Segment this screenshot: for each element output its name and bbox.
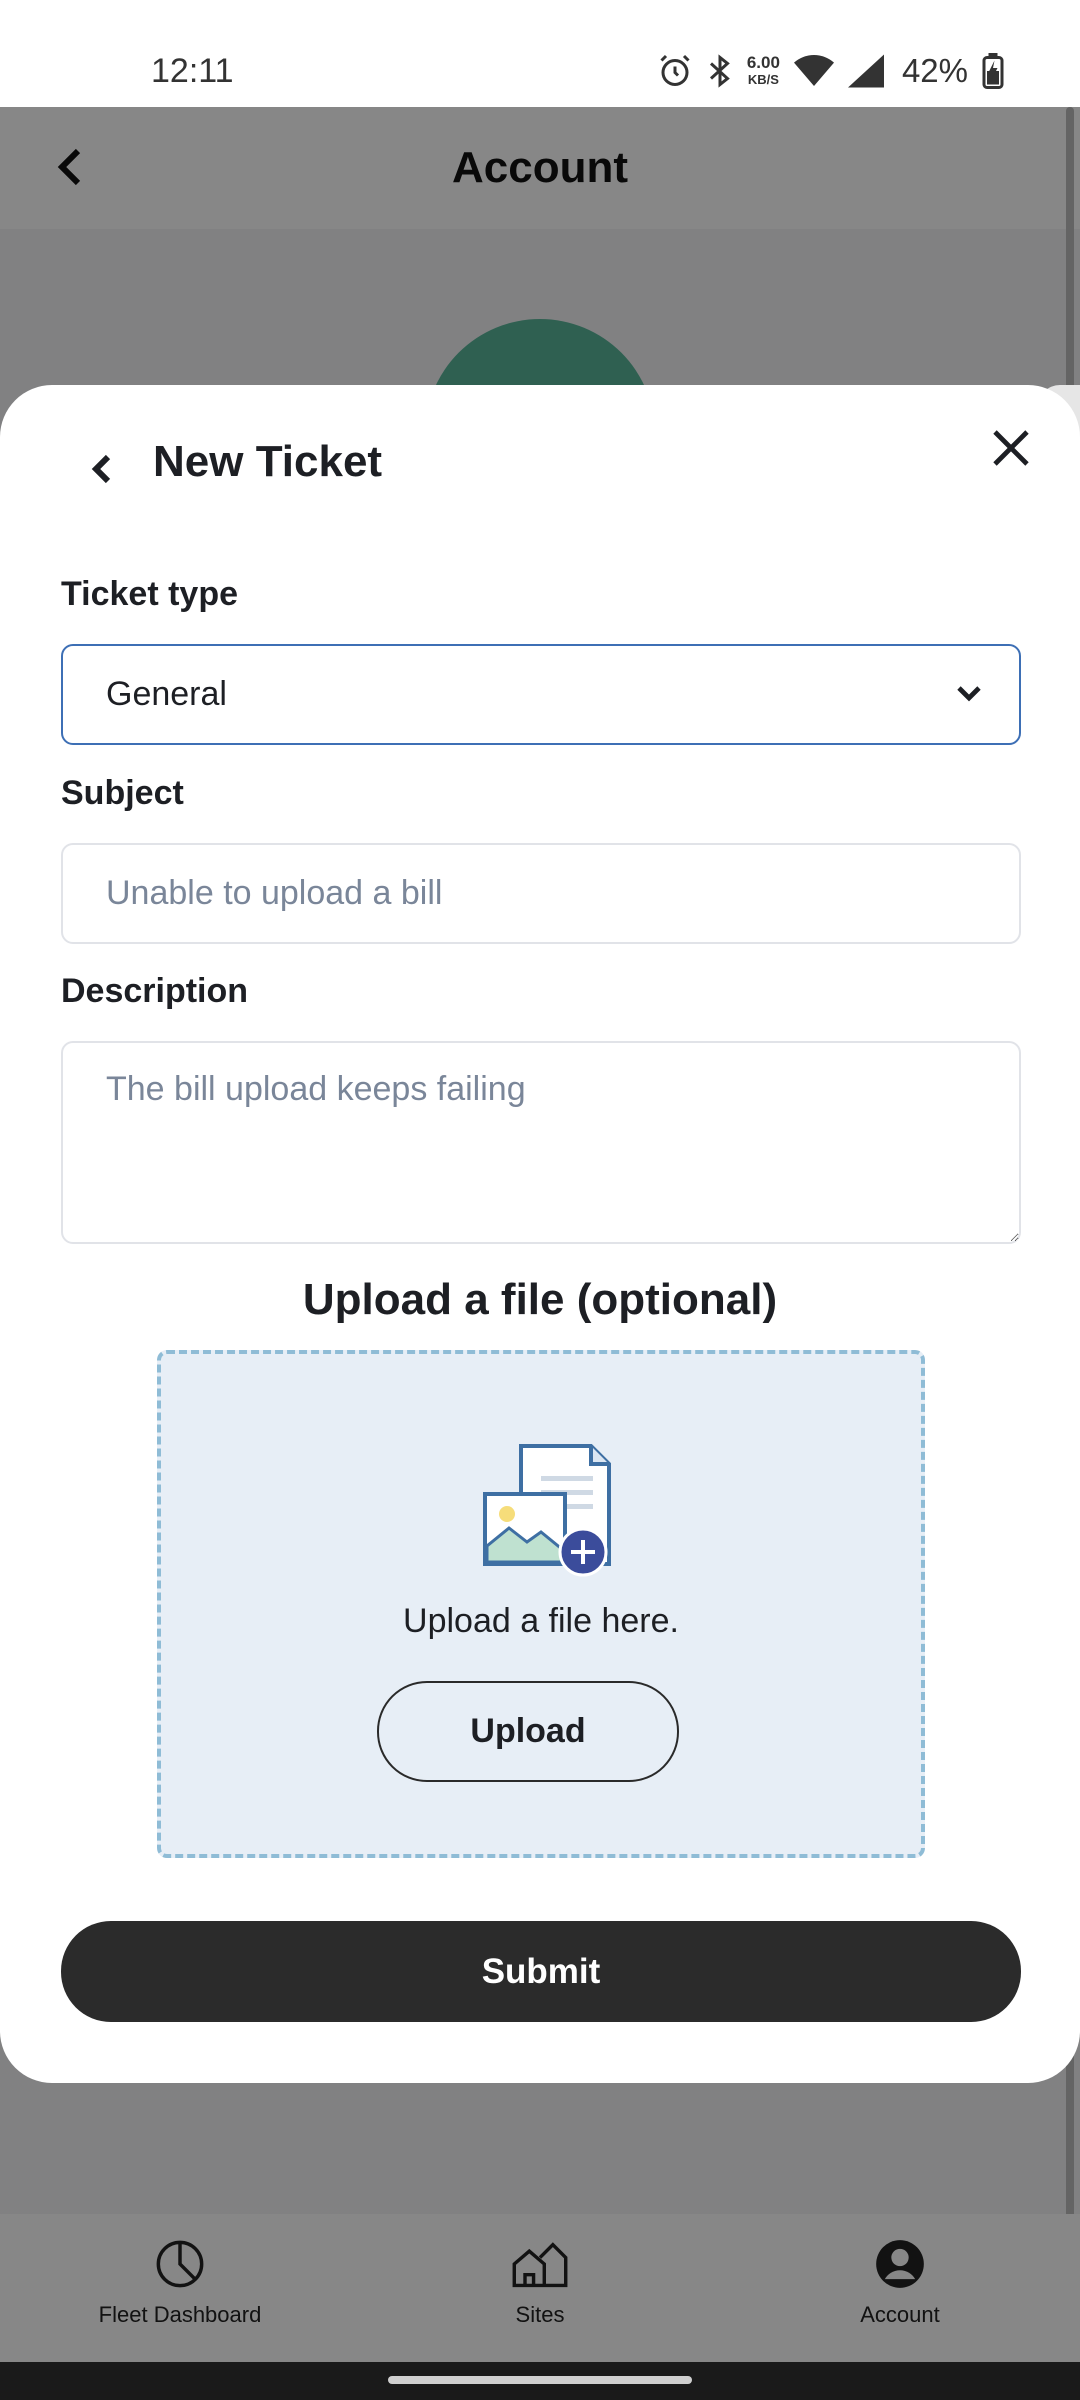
- subject-input[interactable]: [61, 843, 1021, 944]
- net-speed-value: 6.00: [746, 53, 780, 72]
- gesture-bar: [0, 2362, 1080, 2400]
- wifi-icon: [793, 55, 834, 86]
- ticket-type-select[interactable]: General: [61, 644, 1021, 745]
- subject-label: Subject: [61, 774, 184, 812]
- status-time: 12:11: [151, 52, 234, 90]
- home-gesture-handle[interactable]: [388, 2376, 692, 2384]
- ticket-type-value: General: [106, 675, 227, 713]
- net-speed: 6.00 KB/S: [747, 54, 780, 88]
- description-textarea[interactable]: [61, 1041, 1021, 1244]
- upload-heading: Upload a file (optional): [302, 1275, 778, 1324]
- close-icon[interactable]: [991, 428, 1031, 468]
- upload-button[interactable]: Upload: [377, 1681, 679, 1782]
- battery-percent: 42%: [901, 52, 968, 89]
- file-upload-icon: [483, 1444, 611, 1577]
- ticket-type-label: Ticket type: [61, 575, 239, 613]
- net-speed-unit: KB/S: [747, 72, 779, 87]
- description-label: Description: [61, 972, 249, 1010]
- dropzone-hint: Upload a file here.: [403, 1602, 679, 1640]
- chevron-down-icon: [957, 686, 981, 702]
- sheet-title: New Ticket: [153, 437, 383, 486]
- status-bar: 12:11 6.00 KB/S 42%: [0, 0, 1080, 107]
- bluetooth-icon: [709, 54, 730, 88]
- alarm-icon: [660, 54, 690, 86]
- back-arrow-icon[interactable]: [88, 445, 116, 493]
- submit-button[interactable]: Submit: [61, 1921, 1021, 2022]
- battery-charging-icon: [982, 53, 1004, 89]
- cell-signal-icon: [847, 54, 884, 88]
- new-ticket-sheet: New Ticket Ticket type General Subject D…: [0, 385, 1080, 2083]
- file-dropzone[interactable]: Upload a file here. Upload: [157, 1350, 925, 1858]
- status-icons: 6.00 KB/S 42%: [657, 52, 1004, 90]
